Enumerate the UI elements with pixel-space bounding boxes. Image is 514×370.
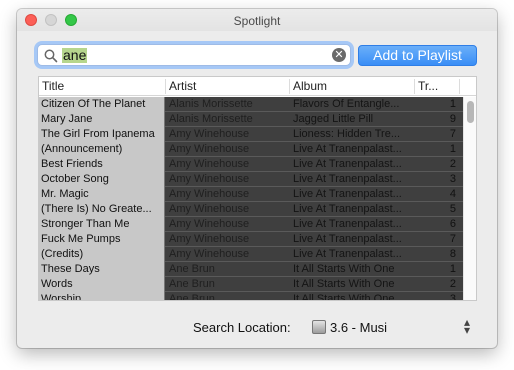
table-row[interactable]: Citizen Of The Planet Alanis Morissette … <box>39 97 465 112</box>
cell-title: These Days <box>39 262 165 277</box>
table-row[interactable]: October Song Amy Winehouse Live At Trane… <box>39 172 465 187</box>
cell-artist: Amy Winehouse <box>169 233 250 245</box>
cell-track: 4 <box>449 188 456 200</box>
column-header-title[interactable]: Title <box>39 79 166 94</box>
table-row[interactable]: Mr. Magic Amy Winehouse Live At Tranenpa… <box>39 187 465 202</box>
cell-track: 3 <box>449 293 456 301</box>
title-bar: Spotlight <box>17 9 497 31</box>
cell-album: Live At Tranenpalast... <box>293 218 402 230</box>
cell-album: Jagged Little Pill <box>293 113 374 125</box>
table-row[interactable]: Stronger Than Me Amy Winehouse Live At T… <box>39 217 465 232</box>
table-row[interactable]: These Days Ane Brun It All Starts With O… <box>39 262 465 277</box>
table-body: Citizen Of The Planet Alanis Morissette … <box>39 97 465 301</box>
cell-title: October Song <box>39 172 165 187</box>
search-icon <box>44 49 58 63</box>
table-row[interactable]: Best Friends Amy Winehouse Live At Trane… <box>39 157 465 172</box>
clear-circle-icon[interactable]: ✕ <box>332 48 346 62</box>
column-header-track[interactable]: Tr... <box>415 79 460 94</box>
cell-artist: Amy Winehouse <box>169 203 250 215</box>
cell-album: It All Starts With One <box>293 293 395 301</box>
cell-title: Stronger Than Me <box>39 217 165 232</box>
cell-title: (Announcement) <box>39 142 165 157</box>
cell-track: 7 <box>449 128 456 140</box>
cell-album: Lioness: Hidden Tre... <box>293 128 401 140</box>
chevron-up-down-icon[interactable]: ▴ ▾ <box>464 316 470 336</box>
table-row[interactable]: Mary Jane Alanis Morissette Jagged Littl… <box>39 112 465 127</box>
cell-track: 2 <box>449 158 456 170</box>
cell-album: Live At Tranenpalast... <box>293 158 402 170</box>
cell-track: 1 <box>449 263 456 275</box>
drive-icon <box>312 320 326 334</box>
cell-artist: Amy Winehouse <box>169 143 250 155</box>
cell-album: Live At Tranenpalast... <box>293 248 402 260</box>
table-row[interactable]: Fuck Me Pumps Amy Winehouse Live At Tran… <box>39 232 465 247</box>
cell-title: The Girl From Ipanema <box>39 127 165 142</box>
table-row[interactable]: Worship Ane Brun It All Starts With One … <box>39 292 465 301</box>
table-row[interactable]: (There Is) No Greate... Amy Winehouse Li… <box>39 202 465 217</box>
cell-artist: Amy Winehouse <box>169 173 250 185</box>
cell-title: Best Friends <box>39 157 165 172</box>
cell-artist: Ane Brun <box>169 263 215 275</box>
cell-title: Worship <box>39 292 165 300</box>
cell-artist: Amy Winehouse <box>169 188 250 200</box>
cell-album: It All Starts With One <box>293 263 395 275</box>
window-title: Spotlight <box>233 14 281 28</box>
cell-track: 3 <box>449 173 456 185</box>
cell-artist: Ane Brun <box>169 278 215 290</box>
column-header-album[interactable]: Album <box>290 79 415 94</box>
cell-title: Mary Jane <box>39 112 165 127</box>
cell-title: (There Is) No Greate... <box>39 202 165 217</box>
cell-artist: Amy Winehouse <box>169 248 250 260</box>
search-location-popup[interactable]: 3.6 - Musi <box>330 320 387 335</box>
search-location-label: Search Location: <box>193 320 291 335</box>
results-table: Title Artist Album Tr... Citizen Of The … <box>38 76 477 301</box>
cell-title: (Credits) <box>39 247 165 262</box>
cell-album: It All Starts With One <box>293 278 395 290</box>
cell-artist: Ane Brun <box>169 293 215 301</box>
cell-title: Fuck Me Pumps <box>39 232 165 247</box>
cell-track: 5 <box>449 203 456 215</box>
search-query[interactable]: ane <box>62 48 88 63</box>
cell-artist: Amy Winehouse <box>169 158 250 170</box>
cell-album: Live At Tranenpalast... <box>293 203 402 215</box>
cell-album: Live At Tranenpalast... <box>293 143 402 155</box>
cell-track: 1 <box>449 143 456 155</box>
cell-album: Flavors Of Entangle... <box>293 98 400 110</box>
table-row[interactable]: Words Ane Brun It All Starts With One 2 <box>39 277 465 292</box>
cell-album: Live At Tranenpalast... <box>293 233 402 245</box>
cell-title: Citizen Of The Planet <box>39 97 165 112</box>
cell-artist: Alanis Morissette <box>169 98 253 110</box>
cell-artist: Amy Winehouse <box>169 128 250 140</box>
cell-track: 8 <box>449 248 456 260</box>
spotlight-window: Spotlight ane ✕ Add to Playlist Title Ar… <box>17 9 497 348</box>
table-header: Title Artist Album Tr... <box>39 77 476 96</box>
cell-artist: Amy Winehouse <box>169 218 250 230</box>
cell-track: 6 <box>449 218 456 230</box>
cell-artist: Alanis Morissette <box>169 113 253 125</box>
table-row[interactable]: (Credits) Amy Winehouse Live At Tranenpa… <box>39 247 465 262</box>
cell-track: 1 <box>449 98 456 110</box>
add-to-playlist-button[interactable]: Add to Playlist <box>358 45 477 66</box>
cell-album: Live At Tranenpalast... <box>293 188 402 200</box>
vertical-scrollbar[interactable] <box>463 97 476 300</box>
cell-album: Live At Tranenpalast... <box>293 173 402 185</box>
table-row[interactable]: The Girl From Ipanema Amy Winehouse Lion… <box>39 127 465 142</box>
cell-title: Mr. Magic <box>39 187 165 202</box>
scroll-thumb[interactable] <box>467 101 474 123</box>
cell-track: 7 <box>449 233 456 245</box>
table-row[interactable]: (Announcement) Amy Winehouse Live At Tra… <box>39 142 465 157</box>
cell-title: Words <box>39 277 165 292</box>
cell-track: 9 <box>449 113 456 125</box>
cell-track: 2 <box>449 278 456 290</box>
column-header-artist[interactable]: Artist <box>166 79 290 94</box>
search-input[interactable]: ane ✕ <box>37 44 351 66</box>
